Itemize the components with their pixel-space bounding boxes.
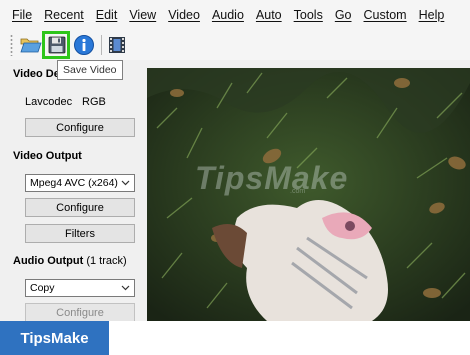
video-preview: TipsMake .com — [147, 68, 470, 321]
film-strip-icon — [109, 37, 125, 53]
menu-view[interactable]: View — [123, 0, 162, 30]
video-watermark: TipsMake — [195, 160, 349, 196]
menu-bar: File Recent Edit View Video Audio Auto T… — [0, 0, 470, 30]
left-settings-panel: Video De Lavcodec RGB Configure Video Ou… — [0, 60, 147, 321]
menu-audio[interactable]: Audio — [206, 0, 250, 30]
menu-recent[interactable]: Recent — [38, 0, 90, 30]
video-codec-select[interactable]: Mpeg4 AVC (x264) — [25, 174, 135, 192]
menu-go[interactable]: Go — [329, 0, 358, 30]
audio-output-title: Audio Output (1 track) — [13, 255, 127, 267]
menu-help[interactable]: Help — [413, 0, 451, 30]
menu-tools[interactable]: Tools — [288, 0, 329, 30]
toolbar-grip[interactable] — [10, 34, 13, 56]
menu-edit[interactable]: Edit — [90, 0, 124, 30]
toolbar — [0, 30, 470, 60]
brand-footer: TipsMake — [0, 321, 470, 355]
brand-logo: TipsMake — [0, 321, 109, 355]
decoder-configure-button[interactable]: Configure — [25, 118, 135, 137]
avidemux-window: File Recent Edit View Video Audio Auto T… — [0, 0, 470, 321]
folder-open-icon — [20, 38, 42, 53]
video-decoder-title: Video De — [13, 68, 60, 80]
video-watermark-domain: .com — [290, 188, 306, 195]
audio-configure-button[interactable]: Configure — [25, 303, 135, 321]
video-filters-button[interactable]: Filters — [25, 224, 135, 243]
audio-codec-select[interactable]: Copy — [25, 279, 135, 297]
toolbar-separator — [101, 35, 102, 55]
menu-custom[interactable]: Custom — [358, 0, 413, 30]
video-configure-button[interactable]: Configure — [25, 198, 135, 217]
decoder-format: RGB — [82, 96, 106, 108]
video-output-title: Video Output — [13, 150, 82, 162]
save-video-tooltip: Save Video — [57, 60, 123, 80]
properties-button[interactable] — [72, 33, 96, 57]
chevron-down-icon — [121, 285, 130, 291]
video-codec-value: Mpeg4 AVC (x264) — [30, 177, 118, 189]
menu-video[interactable]: Video — [162, 0, 206, 30]
menu-file[interactable]: File — [0, 0, 38, 30]
audio-codec-value: Copy — [30, 282, 55, 294]
save-button-highlight — [42, 31, 70, 59]
chevron-down-icon — [121, 180, 130, 186]
video-mode-button[interactable] — [105, 33, 129, 57]
decoder-name: Lavcodec — [25, 96, 73, 108]
open-video-button[interactable] — [19, 33, 43, 57]
audio-track-count: (1 track) — [86, 255, 127, 267]
menu-auto[interactable]: Auto — [250, 0, 288, 30]
info-icon — [74, 35, 94, 55]
audio-output-label: Audio Output — [13, 255, 84, 267]
